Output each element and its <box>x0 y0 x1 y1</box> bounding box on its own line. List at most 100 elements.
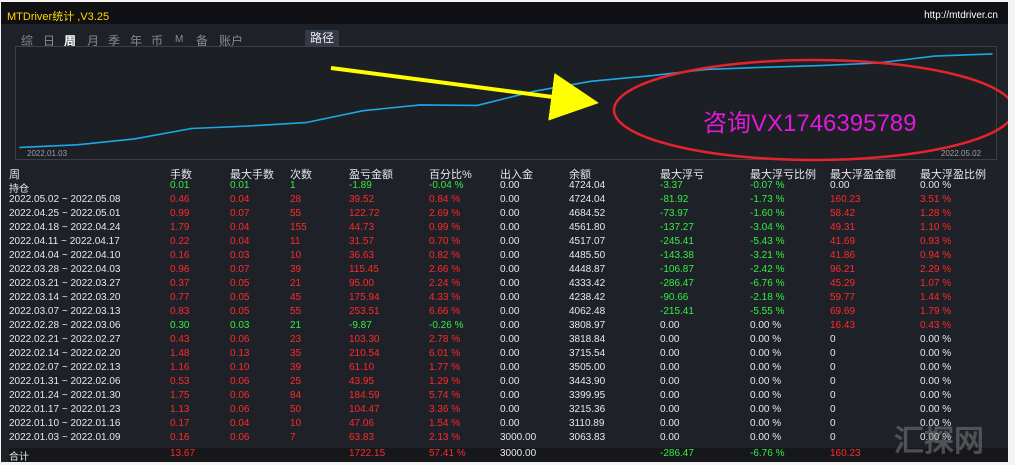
table-row: 2022.01.10 ~ 2022.01.16 0.17 0.04 10 47.06 1.… <box>9 418 1008 432</box>
cell-10: 0 <box>830 390 836 401</box>
cell-0: 2022.04.18 ~ 2022.04.24 <box>9 222 121 233</box>
table-row: 2022.01.17 ~ 2022.01.23 1.13 0.06 50 104.47 3… <box>9 404 1008 418</box>
cell-8: -286.47 <box>660 278 694 289</box>
cell-0: 2022.03.07 ~ 2022.03.13 <box>9 306 121 317</box>
cell-4: 31.57 <box>349 236 375 247</box>
cell-3: 84 <box>290 390 302 401</box>
cell-4: 95.00 <box>349 278 375 289</box>
cell-1: 1.16 <box>170 362 190 373</box>
cell-3: 21 <box>290 320 302 331</box>
cell-11: 0.00 % <box>920 390 952 401</box>
site-watermark: 汇探网 <box>894 425 984 458</box>
cell-6: 0.00 <box>500 222 520 233</box>
cell-1: 0.99 <box>170 208 190 219</box>
cell-3: 155 <box>290 222 307 233</box>
cell-8: 0.00 <box>660 348 680 359</box>
cell-7: 3818.84 <box>569 334 606 345</box>
cell-6: 0.00 <box>500 264 520 275</box>
cell-6: 0.00 <box>500 278 520 289</box>
cell-2: 0.07 <box>230 208 250 219</box>
cell-5: 6.66 % <box>429 306 461 317</box>
app-url-link[interactable]: http://mtdriver.cn <box>924 10 998 21</box>
cell-4: 43.95 <box>349 376 375 387</box>
cell-2: 0.06 <box>230 376 250 387</box>
cell-10: 0 <box>830 362 836 373</box>
cell-1: 0.16 <box>170 250 190 261</box>
chart-x-end-label: 2022.05.02 <box>941 149 982 158</box>
path-button[interactable]: 路径 <box>305 30 339 47</box>
cell-8: -215.41 <box>660 306 694 317</box>
equity-point-1 <box>76 143 78 146</box>
cell-8: 0.00 <box>660 334 680 345</box>
cell-4: 103.30 <box>349 334 380 345</box>
cell-4: -9.87 <box>349 320 372 331</box>
cell-3: 11 <box>290 236 301 247</box>
cell-6: 0.00 <box>500 306 520 317</box>
cell-0: 合计 <box>9 452 29 462</box>
app-title: MTDriver统计 ,V3.25 <box>7 11 110 23</box>
cell-7: 4517.07 <box>569 236 606 247</box>
cell-9: 0.00 % <box>750 390 782 401</box>
cell-8: 0.00 <box>660 390 680 401</box>
cell-3: 35 <box>290 348 302 359</box>
cell-10: 160.23 <box>830 448 861 459</box>
cell-5: 2.24 % <box>429 278 461 289</box>
cell-4: 1722.15 <box>349 448 386 459</box>
cell-3: 39 <box>290 362 302 373</box>
cell-7: 4724.04 <box>569 194 606 205</box>
cell-7: 3715.54 <box>569 348 606 359</box>
cell-5: 1.77 % <box>429 362 461 373</box>
equity-point-8 <box>476 104 479 107</box>
cell-10: 0 <box>830 404 836 415</box>
cell-6: 0.00 <box>500 194 520 205</box>
cell-2: 0.05 <box>230 292 250 303</box>
cell-2: 0.04 <box>230 222 250 233</box>
cell-8: -73.97 <box>660 208 689 219</box>
mtdriver-window: MTDriver统计 ,V3.25 http://mtdriver.cn 综日周… <box>1 2 1008 462</box>
cell-5: 5.74 % <box>429 390 461 401</box>
cell-5: 2.78 % <box>429 334 461 345</box>
cell-0: 2022.01.10 ~ 2022.01.16 <box>9 418 121 429</box>
table-row: 2022.04.25 ~ 2022.05.01 0.99 0.07 55 122.72 2… <box>9 208 1008 222</box>
cell-5: 57.41 % <box>429 448 466 459</box>
cell-4: 175.94 <box>349 292 380 303</box>
cell-5: 1.54 % <box>429 418 461 429</box>
cell-7: 4724.04 <box>569 180 606 191</box>
cell-6: 0.00 <box>500 320 520 331</box>
cell-3: 28 <box>290 194 302 205</box>
cell-9: -2.18 % <box>750 292 785 303</box>
cell-3: 1 <box>290 180 296 191</box>
cell-3: 55 <box>290 306 302 317</box>
table-row: 2022.02.07 ~ 2022.02.13 1.16 0.10 39 61.10 1.… <box>9 362 1008 376</box>
cell-11: 0.00 % <box>920 404 952 415</box>
cell-2: 0.07 <box>230 264 250 275</box>
cell-1: 0.22 <box>170 236 190 247</box>
cell-3: 55 <box>290 208 302 219</box>
tab-7[interactable]: M <box>175 34 183 45</box>
cell-4: -1.89 <box>349 180 372 191</box>
cell-3: 50 <box>290 404 302 415</box>
cell-10: 0.00 <box>830 180 850 191</box>
cell-6: 0.00 <box>500 292 520 303</box>
cell-6: 0.00 <box>500 334 520 345</box>
table-row: 2022.02.21 ~ 2022.02.27 0.43 0.06 23 103.30 2… <box>9 334 1008 348</box>
cell-6: 0.00 <box>500 348 520 359</box>
cell-11: 1.10 % <box>920 222 952 233</box>
equity-point-11 <box>648 75 650 77</box>
table-row: 2022.01.31 ~ 2022.02.06 0.53 0.06 25 43.95 1.… <box>9 376 1008 390</box>
cell-7: 4238.42 <box>569 292 606 303</box>
cell-0: 2022.02.21 ~ 2022.02.27 <box>9 334 121 345</box>
cell-11: 3.51 % <box>920 194 952 205</box>
cell-4: 39.52 <box>349 194 375 205</box>
cell-2: 0.03 <box>230 320 250 331</box>
cell-6: 0.00 <box>500 362 520 373</box>
cell-3: 10 <box>290 250 302 261</box>
cell-4: 63.83 <box>349 432 375 443</box>
cell-11: 2.29 % <box>920 264 952 275</box>
cell-5: 2.69 % <box>429 208 461 219</box>
cell-7: 4333.42 <box>569 278 606 289</box>
cell-4: 61.10 <box>349 362 375 373</box>
cell-10: 160.23 <box>830 194 861 205</box>
cell-9: 0.00 % <box>750 348 782 359</box>
cell-9: 0.00 % <box>750 432 782 443</box>
